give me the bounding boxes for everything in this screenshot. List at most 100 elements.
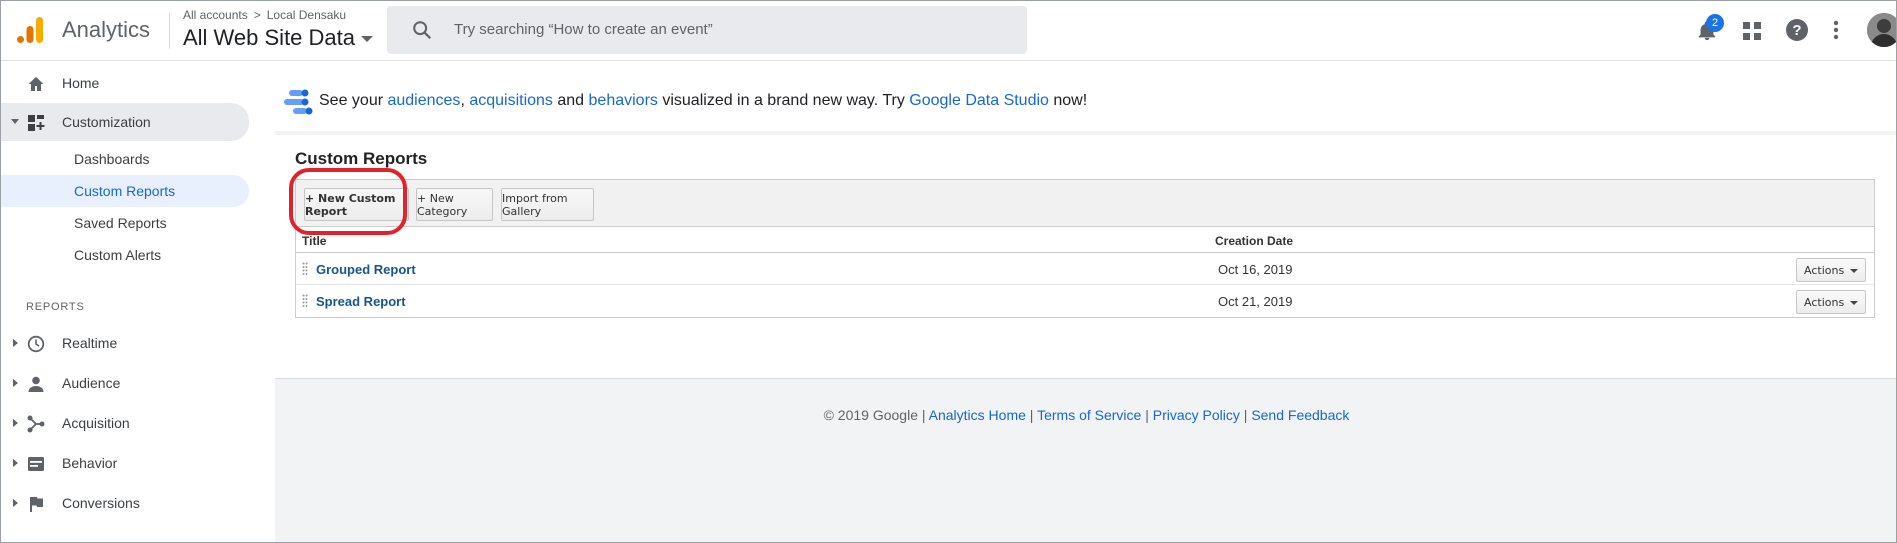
help-icon[interactable]: ? <box>1785 18 1809 42</box>
sidebar-item-label: Conversions <box>62 495 140 511</box>
sidebar-subitem-dashboards[interactable]: Dashboards <box>1 143 249 175</box>
expand-arrow-icon <box>11 119 19 124</box>
expand-arrow-icon <box>13 339 18 347</box>
reports-table: Title Creation Date Grouped Report Oct 1… <box>295 227 1875 318</box>
search-box[interactable]: Try searching “How to create an event” <box>387 6 1027 54</box>
footer-separator: | <box>1025 407 1038 423</box>
sidebar-subitem-label: Custom Reports <box>74 183 176 199</box>
sidebar-item-audience[interactable]: Audience <box>1 365 249 401</box>
report-title-link[interactable]: Spread Report <box>316 294 406 309</box>
reports-section-header: REPORTS <box>26 301 85 313</box>
sidebar-item-customization[interactable]: Customization <box>1 103 249 141</box>
sidebar-item-realtime[interactable]: Realtime <box>1 325 249 361</box>
search-icon <box>413 21 432 40</box>
sidebar-item-conversions[interactable]: Conversions <box>1 485 249 521</box>
breadcrumb[interactable]: All accounts > Local Densaku <box>183 8 346 22</box>
user-photo-icon <box>1867 13 1896 47</box>
creation-date: Oct 21, 2019 <box>1218 294 1293 309</box>
top-bar: Analytics All accounts > Local Densaku All… <box>1 1 1896 61</box>
footer-separator: | <box>1239 407 1252 423</box>
sidebar-subitem-custom-reports[interactable]: Custom Reports <box>1 175 249 207</box>
footer-link-analytics-home[interactable]: Analytics Home <box>929 407 1026 423</box>
flag-icon <box>30 496 43 512</box>
apps-grid-icon[interactable] <box>1742 21 1762 41</box>
link-audiences[interactable]: audiences <box>387 92 460 109</box>
table-row: Spread Report Oct 21, 2019 Actions <box>296 285 1874 317</box>
person-icon <box>28 376 44 392</box>
actions-label: Actions <box>1804 296 1845 309</box>
analytics-logo-icon[interactable] <box>15 15 45 45</box>
column-header-title[interactable]: Title <box>302 234 326 248</box>
search-placeholder: Try searching “How to create an event” <box>454 21 713 38</box>
new-custom-report-button[interactable]: + New Custom Report <box>304 188 409 221</box>
banner-text-part: visualized in a brand new way. Try <box>657 92 910 109</box>
sidebar-subitem-label: Custom Alerts <box>74 247 162 263</box>
banner-text-part: now! <box>1048 92 1088 109</box>
data-studio-icon <box>284 89 313 115</box>
sidebar-item-home[interactable]: Home <box>1 65 249 101</box>
breadcrumb-accounts[interactable]: All accounts <box>183 8 248 22</box>
sidebar-item-acquisition[interactable]: Acquisition <box>1 405 249 441</box>
caret-down-icon <box>361 36 374 43</box>
custom-reports-panel: Custom Reports + New Custom Report + New… <box>275 135 1896 379</box>
banner-text: See your audiences, acquisitions and beh… <box>319 92 1087 110</box>
sidebar-item-label: Realtime <box>62 335 118 351</box>
expand-arrow-icon <box>13 419 18 427</box>
actions-dropdown[interactable]: Actions <box>1796 290 1866 314</box>
sidebar-item-label: Behavior <box>62 455 118 471</box>
sidebar-item-label: Customization <box>62 114 151 130</box>
sidebar-subitem-label: Dashboards <box>74 151 150 167</box>
expand-arrow-icon <box>13 379 18 387</box>
caret-down-icon <box>1850 301 1858 305</box>
footer-link-send-feedback[interactable]: Send Feedback <box>1251 407 1349 423</box>
footer-separator: | <box>1141 407 1153 423</box>
data-studio-banner: See your audiences, acquisitions and beh… <box>275 61 1896 131</box>
footer-link-privacy[interactable]: Privacy Policy <box>1153 407 1240 423</box>
reports-toolbar: + New Custom Report + New Category Impor… <box>295 179 1875 227</box>
avatar[interactable] <box>1867 13 1896 47</box>
footer: © 2019 Google | Analytics Home | Terms o… <box>275 407 1896 423</box>
property-selector[interactable]: All Web Site Data <box>183 25 374 51</box>
drag-handle-icon[interactable] <box>302 294 308 308</box>
report-title-link[interactable]: Grouped Report <box>316 262 416 277</box>
app-title: Analytics <box>62 17 151 42</box>
expand-arrow-icon <box>13 459 18 467</box>
caret-down-icon <box>1850 269 1858 273</box>
actions-label: Actions <box>1804 264 1845 277</box>
sidebar-item-behavior[interactable]: Behavior <box>1 445 249 481</box>
link-acquisitions[interactable]: acquisitions <box>469 92 553 109</box>
dashboard-customize-icon <box>28 115 45 131</box>
actions-dropdown[interactable]: Actions <box>1796 258 1866 282</box>
more-vert-icon[interactable] <box>1833 20 1839 40</box>
notification-badge: 2 <box>1706 14 1724 32</box>
main-content: See your audiences, acquisitions and beh… <box>275 61 1896 542</box>
new-category-button[interactable]: + New Category <box>416 188 493 221</box>
column-header-creation-date[interactable]: Creation Date <box>1215 234 1293 248</box>
sidebar-item-label: Audience <box>62 375 121 391</box>
breadcrumb-account[interactable]: Local Densaku <box>267 8 346 22</box>
footer-link-terms[interactable]: Terms of Service <box>1037 407 1141 423</box>
creation-date: Oct 16, 2019 <box>1218 262 1293 277</box>
app-window: Analytics All accounts > Local Densaku All… <box>0 0 1897 543</box>
footer-copyright: © 2019 Google <box>823 407 918 423</box>
sidebar-subitem-label: Saved Reports <box>74 215 167 231</box>
link-behaviors[interactable]: behaviors <box>589 92 658 109</box>
footer-separator: | <box>917 407 929 423</box>
svg-text:?: ? <box>1792 22 1801 39</box>
property-name: All Web Site Data <box>183 25 356 50</box>
clock-icon <box>27 335 45 353</box>
page-title: Custom Reports <box>295 149 428 168</box>
sidebar-item-label: Acquisition <box>62 415 130 431</box>
acquisition-icon <box>27 415 45 433</box>
link-google-data-studio[interactable]: Google Data Studio <box>909 92 1049 109</box>
header-divider <box>169 13 170 49</box>
banner-text-part: , <box>460 92 470 109</box>
table-row: Grouped Report Oct 16, 2019 Actions <box>296 253 1874 285</box>
sidebar-subitem-custom-alerts[interactable]: Custom Alerts <box>1 239 249 271</box>
table-header: Title Creation Date <box>296 227 1874 253</box>
sidebar-subitem-saved-reports[interactable]: Saved Reports <box>1 207 249 239</box>
drag-handle-icon[interactable] <box>302 262 308 276</box>
import-from-gallery-button[interactable]: Import from Gallery <box>501 188 594 221</box>
sidebar: Home Customization Dashboards Custom Rep… <box>1 61 259 542</box>
home-icon <box>28 77 44 91</box>
